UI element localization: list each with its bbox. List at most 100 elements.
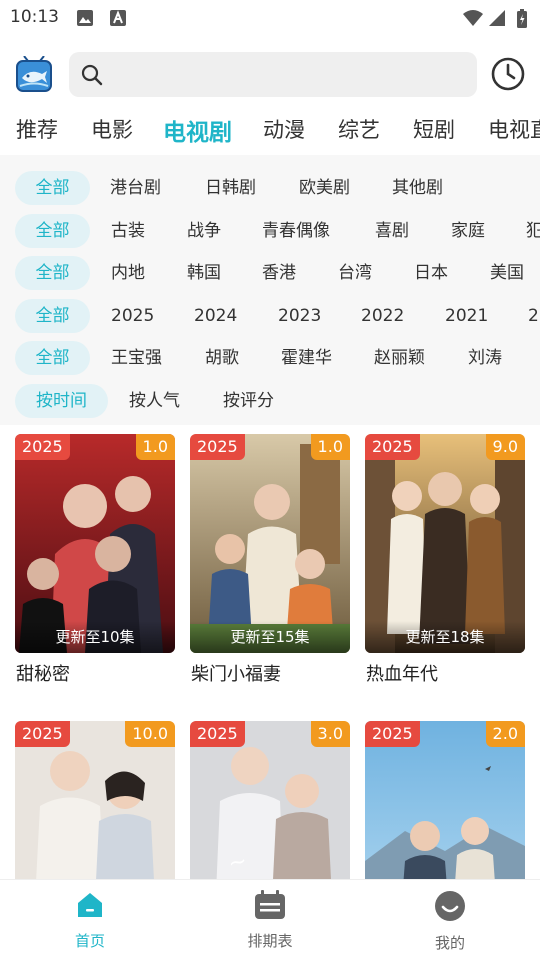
drama-card[interactable]: 2025 10.0 bbox=[15, 721, 175, 879]
drama-card[interactable]: 2025 1.0 更新至15集 柴门小福妻 bbox=[190, 434, 350, 686]
tab-recommend[interactable]: 推荐 bbox=[16, 114, 58, 144]
drama-poster[interactable]: ~ 2025 3.0 bbox=[190, 721, 350, 879]
score-badge: 1.0 bbox=[310, 434, 350, 460]
nav-schedule[interactable]: 排期表 bbox=[225, 890, 315, 951]
filter-chip-selected[interactable]: 全部 bbox=[15, 214, 90, 248]
filter-row-type: 全部 港台剧 日韩剧 欧美剧 其他剧 bbox=[0, 171, 540, 207]
year-badge: 2025 bbox=[190, 721, 245, 747]
score-badge: 9.0 bbox=[485, 434, 525, 460]
year-badge: 2025 bbox=[15, 434, 70, 460]
filter-chip-selected[interactable]: 全部 bbox=[15, 341, 90, 375]
filter-chip[interactable]: 青春偶像 bbox=[262, 214, 330, 248]
filter-chip[interactable]: 战争 bbox=[187, 214, 221, 248]
tab-movies[interactable]: 电影 bbox=[91, 114, 133, 144]
nav-home[interactable]: 首页 bbox=[45, 890, 135, 951]
drama-poster[interactable]: 2025 1.0 更新至10集 bbox=[15, 434, 175, 653]
status-time: 10:13 bbox=[10, 7, 59, 27]
filter-chip[interactable]: 内地 bbox=[111, 256, 145, 290]
search-icon bbox=[80, 63, 104, 91]
wifi-icon bbox=[462, 9, 484, 31]
drama-poster[interactable]: 2025 10.0 bbox=[15, 721, 175, 879]
filter-chip[interactable]: 赵丽颖 bbox=[374, 341, 425, 375]
year-badge: 2025 bbox=[190, 434, 245, 460]
drama-title[interactable]: 柴门小福妻 bbox=[191, 660, 281, 686]
filter-chip[interactable]: 台湾 bbox=[338, 256, 372, 290]
score-badge: 10.0 bbox=[125, 721, 175, 747]
filter-chip[interactable]: 2022 bbox=[361, 299, 404, 333]
filter-chip[interactable]: 古装 bbox=[111, 214, 145, 248]
tab-live-tv[interactable]: 电视直 bbox=[488, 114, 540, 144]
gallery-icon bbox=[76, 9, 94, 31]
filter-chip[interactable]: 香港 bbox=[262, 256, 296, 290]
filter-chip[interactable]: 港台剧 bbox=[110, 171, 161, 205]
filter-chip[interactable]: 喜剧 bbox=[375, 214, 409, 248]
app-header bbox=[0, 48, 540, 104]
filter-chip[interactable]: 2024 bbox=[194, 299, 237, 333]
filter-chip[interactable]: 家庭 bbox=[451, 214, 485, 248]
filter-chip[interactable]: 刘涛 bbox=[468, 341, 502, 375]
profile-icon bbox=[434, 891, 466, 926]
filter-chip[interactable]: 韩国 bbox=[187, 256, 221, 290]
filter-chip[interactable]: 其他剧 bbox=[392, 171, 443, 205]
filter-chip[interactable]: 日本 bbox=[414, 256, 448, 290]
filter-chip[interactable]: 犯 bbox=[526, 214, 540, 248]
episode-update: 更新至10集 bbox=[15, 621, 175, 653]
app-logo[interactable] bbox=[16, 55, 52, 92]
episode-update: 更新至15集 bbox=[190, 621, 350, 653]
score-badge: 2.0 bbox=[485, 721, 525, 747]
drama-title[interactable]: 甜秘密 bbox=[16, 660, 70, 686]
filter-chip[interactable]: 2025 bbox=[111, 299, 154, 333]
drama-card[interactable]: ~ 2025 3.0 bbox=[190, 721, 350, 879]
font-icon bbox=[109, 9, 127, 31]
episode-update: 更新至18集 bbox=[365, 621, 525, 653]
drama-poster[interactable]: 2025 9.0 更新至18集 bbox=[365, 434, 525, 653]
filter-chip[interactable]: 2023 bbox=[278, 299, 321, 333]
filter-chip-selected[interactable]: 全部 bbox=[15, 256, 90, 290]
filter-chip[interactable]: 胡歌 bbox=[205, 341, 239, 375]
filter-row-actor: 全部 王宝强 胡歌 霍建华 赵丽颖 刘涛 bbox=[0, 341, 540, 377]
drama-card[interactable]: 2025 1.0 更新至10集 甜秘密 bbox=[15, 434, 175, 686]
drama-card[interactable]: 2025 9.0 更新至18集 热血年代 bbox=[365, 434, 525, 686]
tab-tv-series[interactable]: 电视剧 bbox=[163, 113, 232, 147]
status-bar: 10:13 bbox=[0, 0, 540, 36]
filter-row-genre: 全部 古装 战争 青春偶像 喜剧 家庭 犯 bbox=[0, 214, 540, 250]
filter-chip[interactable]: 王宝强 bbox=[111, 341, 162, 375]
filter-row-sort: 按时间 按人气 按评分 bbox=[0, 384, 540, 420]
history-icon[interactable] bbox=[490, 56, 526, 96]
nav-home-label: 首页 bbox=[74, 932, 105, 950]
sort-chip-selected[interactable]: 按时间 bbox=[15, 384, 108, 418]
tab-short-drama[interactable]: 短剧 bbox=[413, 114, 455, 144]
filter-chip-selected[interactable]: 全部 bbox=[15, 171, 90, 205]
filter-chip[interactable]: 2 bbox=[528, 299, 539, 333]
filter-chip[interactable]: 美国 bbox=[490, 256, 524, 290]
filter-chip[interactable]: 2021 bbox=[445, 299, 488, 333]
search-bar[interactable] bbox=[69, 52, 477, 97]
category-tabs: 推荐 电影 电视剧 动漫 综艺 短剧 电视直 bbox=[0, 108, 540, 152]
filter-chip[interactable]: 欧美剧 bbox=[299, 171, 350, 205]
drama-card[interactable]: 2025 2.0 bbox=[365, 721, 525, 879]
home-icon bbox=[75, 893, 105, 924]
sort-chip[interactable]: 按评分 bbox=[223, 384, 274, 418]
nav-profile[interactable]: 我的 bbox=[405, 890, 495, 953]
signal-icon bbox=[488, 9, 506, 31]
year-badge: 2025 bbox=[15, 721, 70, 747]
filter-row-year: 全部 2025 2024 2023 2022 2021 2 bbox=[0, 299, 540, 335]
score-badge: 3.0 bbox=[310, 721, 350, 747]
tab-anime[interactable]: 动漫 bbox=[263, 114, 305, 144]
bottom-nav: 首页 排期表 我的 bbox=[0, 879, 540, 961]
sort-chip[interactable]: 按人气 bbox=[129, 384, 180, 418]
filter-panel: 全部 港台剧 日韩剧 欧美剧 其他剧 全部 古装 战争 青春偶像 喜剧 家庭 犯… bbox=[0, 155, 540, 425]
schedule-icon bbox=[254, 890, 286, 924]
tab-variety[interactable]: 综艺 bbox=[338, 114, 380, 144]
filter-chip[interactable]: 日韩剧 bbox=[205, 171, 256, 205]
drama-title[interactable]: 热血年代 bbox=[366, 660, 438, 686]
filter-chip-selected[interactable]: 全部 bbox=[15, 299, 90, 333]
year-badge: 2025 bbox=[365, 434, 420, 460]
filter-row-region: 全部 内地 韩国 香港 台湾 日本 美国 bbox=[0, 256, 540, 292]
year-badge: 2025 bbox=[365, 721, 420, 747]
filter-chip[interactable]: 霍建华 bbox=[281, 341, 332, 375]
nav-profile-label: 我的 bbox=[434, 934, 465, 952]
drama-poster[interactable]: 2025 1.0 更新至15集 bbox=[190, 434, 350, 653]
nav-schedule-label: 排期表 bbox=[247, 932, 293, 950]
drama-poster[interactable]: 2025 2.0 bbox=[365, 721, 525, 879]
